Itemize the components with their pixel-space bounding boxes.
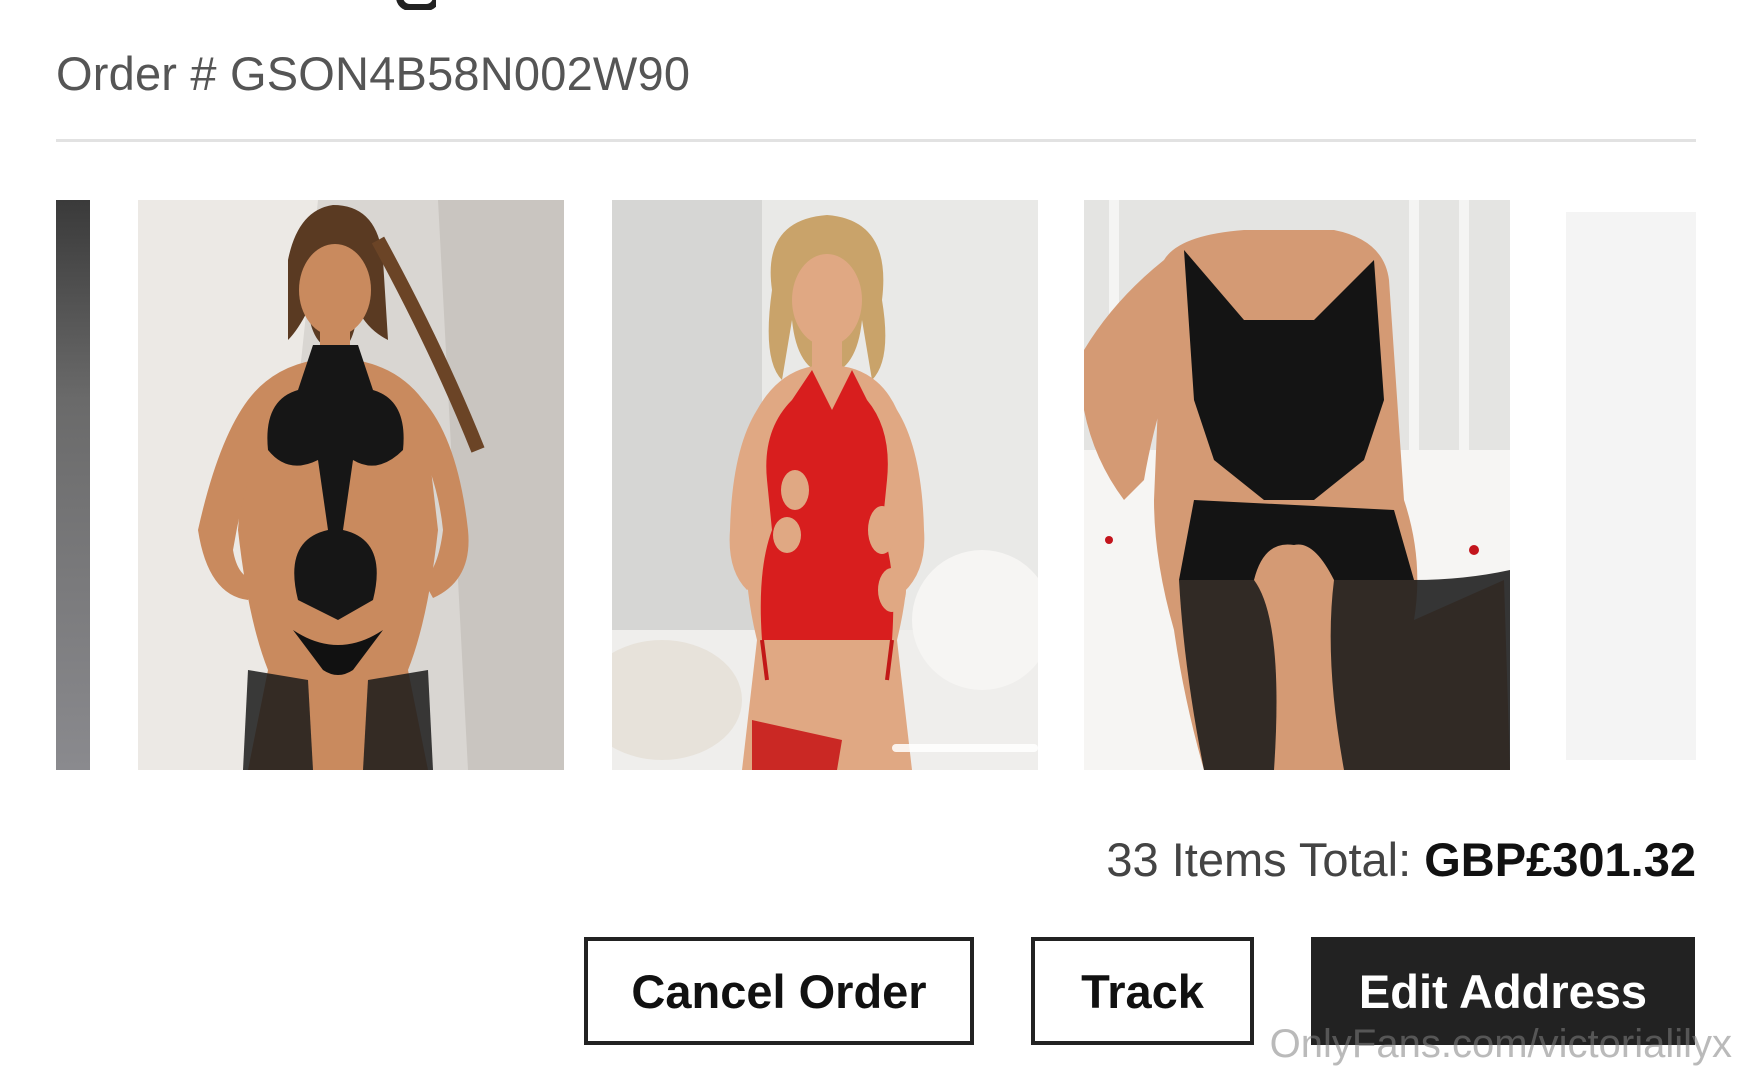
order-page: Order # GSON4B58N002W90 33 Items Total: …	[0, 0, 1744, 1080]
product-thumbnail-partial[interactable]	[56, 200, 90, 770]
product-image	[1084, 200, 1510, 770]
cropped-heading-glyph	[396, 0, 436, 10]
product-thumbnail[interactable]	[138, 200, 564, 770]
product-thumbnail[interactable]	[612, 200, 1038, 770]
order-total: 33 Items Total: GBP£301.32	[1106, 832, 1696, 887]
divider	[56, 139, 1696, 142]
product-carousel[interactable]	[56, 200, 1696, 770]
order-number: Order # GSON4B58N002W90	[56, 47, 691, 100]
product-image	[138, 200, 564, 770]
order-heading-cropped	[56, 0, 436, 10]
product-thumbnail-partial[interactable]	[1566, 212, 1696, 760]
cancel-order-button[interactable]: Cancel Order	[584, 937, 974, 1045]
product-thumbnail[interactable]	[1084, 200, 1510, 770]
product-image	[612, 200, 1038, 770]
items-total-label: 33 Items Total:	[1106, 833, 1412, 886]
scrollbar[interactable]	[892, 744, 1038, 752]
product-image	[56, 200, 90, 770]
track-button[interactable]: Track	[1031, 937, 1254, 1045]
total-amount: GBP£301.32	[1424, 833, 1696, 886]
watermark: OnlyFans.com/victorialilyx	[1269, 1022, 1732, 1066]
